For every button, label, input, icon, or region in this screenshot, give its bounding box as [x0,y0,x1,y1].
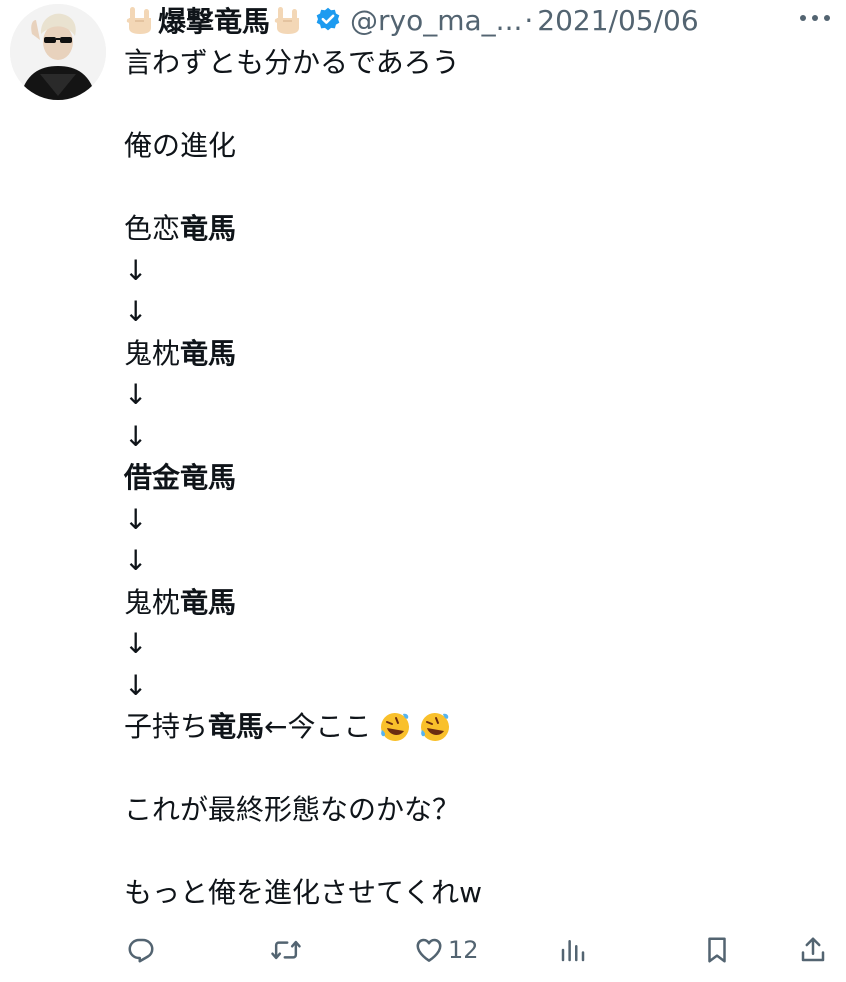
tweet-header: 爆撃竜馬 @ryo_ma_... · 2021/05/06 [124,0,840,40]
arrow-line: ↓ [124,295,148,328]
user-handle[interactable]: @ryo_ma_... [350,4,522,37]
text-line: これが最終形態なのかな？ [124,793,461,826]
arrow-line: ↓ [124,502,148,536]
arrow-line: ↓ [124,378,148,411]
tweet-text: 言わずとも分かるであろう 俺の進化 色恋 竜馬 ↓ ↓ 鬼枕 竜馬 ↓ ↓ 借金竜馬… [124,42,824,914]
text-line: 子持ち 竜馬 ←今ここ [124,706,824,748]
bookmark-button[interactable] [702,930,732,970]
text-line: 色恋 竜馬 [124,212,237,245]
tweet-actions: 12 [124,930,836,970]
avatar[interactable] [10,4,106,100]
arrow-line: ↓ [124,544,148,577]
bookmark-icon [708,937,726,963]
arrow-line: ↓ [124,419,148,453]
text-line: 言わずとも分かるであろう [124,46,460,79]
text-line: 鬼枕 竜馬 [124,336,237,370]
share-button[interactable] [798,930,828,970]
arrow-line: ↓ [124,668,148,702]
views-button[interactable] [558,930,592,970]
arrow-line: ↓ [124,253,148,287]
text-line: 借金竜馬 [124,461,237,494]
retweet-button[interactable] [270,930,306,970]
reply-icon [128,938,154,963]
rofl-icon [380,712,409,741]
tweet-date[interactable]: 2021/05/06 [537,4,698,37]
display-name-text: 爆撃竜馬 [158,5,271,38]
share-icon [801,937,825,962]
like-count: 12 [448,936,479,964]
text-line: 鬼枕 竜馬 [124,585,237,619]
rofl-icon [420,712,449,741]
like-button[interactable]: 12 [414,930,479,970]
tweet: 爆撃竜馬 @ryo_ma_... · 2021/05/06 言わずとも分かるであ… [0,0,846,982]
reply-button[interactable] [126,930,160,970]
arrow-line: ↓ [124,627,148,660]
views-icon [561,940,585,962]
rock-on-hand-icon [274,7,300,34]
heart-icon [416,938,442,962]
rock-on-hand-icon [126,7,151,34]
retweet-icon [271,940,301,960]
text-line: もっと俺を進化させてくれw [124,876,483,909]
separator-dot: · [524,3,534,37]
text-line: 俺の進化 [124,129,237,162]
verified-badge-icon [316,7,340,31]
more-options-icon[interactable] [798,8,832,28]
display-name[interactable]: 爆撃竜馬 [124,0,304,40]
